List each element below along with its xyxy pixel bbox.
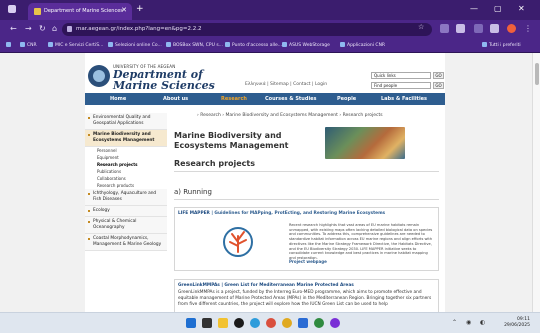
- nav-research[interactable]: Research: [221, 96, 247, 102]
- app-icon[interactable]: [330, 318, 340, 328]
- project-description: Recent research highlights that vast are…: [289, 223, 433, 260]
- bookmark-apps-icon[interactable]: [6, 42, 13, 48]
- sidebar-item-ecology[interactable]: Ecology: [85, 206, 167, 217]
- project-webpage-link[interactable]: Project webpage: [289, 259, 327, 264]
- site-info-icon[interactable]: [67, 26, 72, 32]
- subitem-research-projects[interactable]: Research projects: [85, 161, 167, 168]
- minimize-button[interactable]: —: [470, 4, 478, 13]
- extensions-puzzle-icon[interactable]: [456, 24, 465, 33]
- close-tab-icon[interactable]: ✕: [121, 6, 127, 14]
- nav-labs-facilities[interactable]: Labs & Facilities: [381, 96, 427, 102]
- home-icon[interactable]: ⌂: [52, 24, 57, 33]
- tab-title: Department of Marine Sciences: [44, 8, 123, 14]
- bookmarks-bar: CNR MIC e Servizi CertiS... Selezioni on…: [0, 39, 540, 53]
- bookmark-item[interactable]: Applicazioni CNR: [340, 42, 385, 48]
- project-description: GreenLinkMMPAs is a project, funded by t…: [178, 290, 432, 307]
- sidebar-item-ichthyology[interactable]: Ichthyology, Aquaculture and Fish Diseas…: [85, 189, 167, 206]
- toolbar: ← → ↻ ⌂ mar.aegean.gr/index.php?lang=en&…: [0, 20, 540, 39]
- find-people-go-button[interactable]: GO: [433, 82, 444, 89]
- close-window-button[interactable]: ✕: [518, 4, 525, 13]
- divider: [174, 199, 439, 200]
- file-explorer-icon[interactable]: [218, 318, 228, 328]
- start-icon[interactable]: [186, 318, 196, 328]
- subitem-collaborations[interactable]: Collaborations: [85, 175, 167, 182]
- nav-people[interactable]: People: [337, 96, 356, 102]
- bookmark-item[interactable]: Selezioni online Co...: [108, 42, 162, 48]
- bookmark-item[interactable]: Punto d'accesso alle...: [225, 42, 282, 48]
- project-title[interactable]: GreenLinkMMPAs | Green List for Mediterr…: [178, 283, 354, 288]
- university-logo[interactable]: [88, 65, 110, 87]
- app-icon[interactable]: [234, 318, 244, 328]
- bookmark-star-icon[interactable]: ☆: [418, 23, 424, 31]
- page-title: Marine Biodiversity and Ecosystems Manag…: [174, 131, 289, 150]
- nav-courses-studies[interactable]: Courses & Studies: [265, 96, 317, 102]
- bookmark-item[interactable]: CNR: [20, 42, 37, 48]
- app-icon[interactable]: [314, 318, 324, 328]
- subitem-equipment[interactable]: Equipment: [85, 154, 167, 161]
- bookmark-item[interactable]: MIC e Servizi CertiS...: [48, 42, 103, 48]
- site-container: UNIVERSITY OF THE AEGEAN Department of M…: [85, 53, 445, 312]
- project-card: GreenLinkMMPAs | Green List for Mediterr…: [174, 279, 439, 312]
- top-links[interactable]: Ελληνικά | Sitemap | Contact | Login: [245, 82, 327, 87]
- find-people-select[interactable]: Find people GO: [371, 82, 444, 89]
- address-bar[interactable]: mar.aegean.gr/index.php?lang=en&pg=2.2.2: [62, 23, 432, 36]
- avatar[interactable]: [507, 24, 516, 33]
- new-tab-button[interactable]: +: [136, 4, 144, 14]
- favicon-icon: [34, 8, 41, 15]
- nav-about-us[interactable]: About us: [163, 96, 188, 102]
- search-icon[interactable]: [202, 318, 212, 328]
- forward-icon[interactable]: →: [25, 24, 32, 33]
- sidebar-item-oceanography[interactable]: Physical & Chemical Oceanography: [85, 217, 167, 234]
- tab-menu-icon[interactable]: [8, 5, 16, 13]
- tab-bar: Department of Marine Sciences ✕ + — ▢ ✕: [0, 0, 540, 20]
- page-subtitle: Research projects: [174, 159, 256, 168]
- subitem-personnel[interactable]: Personnel: [85, 147, 167, 154]
- downloads-icon[interactable]: [474, 24, 483, 33]
- bookmark-item[interactable]: ASUS WebStorage: [282, 42, 330, 48]
- scrollbar[interactable]: [532, 53, 540, 312]
- system-clock[interactable]: 09:11 29/06/2025: [504, 317, 530, 329]
- main-navigation: Home About us Research Courses & Studies…: [85, 93, 445, 105]
- taskbar: ⌃ ◉ ◐ 09:11 29/06/2025: [0, 312, 540, 333]
- project-title[interactable]: LIFE MAPPER | Guidelines for MAPping, Pr…: [178, 211, 385, 216]
- volume-icon[interactable]: ◐: [480, 319, 485, 326]
- extension-icon[interactable]: [440, 24, 449, 33]
- breadcrumb[interactable]: › Research › Marine Biodiversity and Eco…: [197, 113, 383, 118]
- tray-chevron-icon[interactable]: ⌃: [452, 319, 457, 326]
- coral-banner-image: [325, 127, 405, 159]
- back-icon[interactable]: ←: [10, 24, 17, 33]
- project-card: LIFE MAPPER | Guidelines for MAPping, Pr…: [174, 207, 439, 271]
- sidebar-item-environmental-quality[interactable]: Environmental Quality and Geospatial App…: [85, 113, 167, 130]
- chrome-icon[interactable]: [266, 318, 276, 328]
- quick-links-go-button[interactable]: GO: [433, 72, 444, 79]
- life-mapper-logo: [223, 227, 253, 257]
- nav-home[interactable]: Home: [110, 96, 126, 102]
- page-viewport: UNIVERSITY OF THE AEGEAN Department of M…: [0, 53, 540, 312]
- wifi-icon[interactable]: ◉: [466, 319, 471, 326]
- all-bookmarks[interactable]: Tutti i preferiti: [482, 42, 521, 48]
- subitem-publications[interactable]: Publications: [85, 168, 167, 175]
- url-text: mar.aegean.gr/index.php?lang=en&pg=2.2.2: [76, 26, 202, 32]
- section-heading: a) Running: [174, 188, 212, 196]
- divider: [174, 171, 439, 172]
- subitem-research-products[interactable]: Research products: [85, 182, 167, 189]
- browser-menu-icon[interactable]: ⋮: [524, 24, 532, 33]
- outlook-icon[interactable]: [298, 318, 308, 328]
- scrollbar-thumb[interactable]: [535, 63, 539, 85]
- browser-window: Department of Marine Sciences ✕ + — ▢ ✕ …: [0, 0, 540, 333]
- quick-links-select[interactable]: Quick links GO: [371, 72, 444, 79]
- browser-tab[interactable]: Department of Marine Sciences ✕: [28, 3, 132, 20]
- department-title[interactable]: Department of Marine Sciences: [113, 69, 215, 91]
- browser-icon[interactable]: [250, 318, 260, 328]
- app-icon[interactable]: [282, 318, 292, 328]
- reload-icon[interactable]: ↻: [39, 24, 46, 33]
- maximize-button[interactable]: ▢: [494, 4, 502, 13]
- sidebar-item-coastal-morphodynamics[interactable]: Coastal Morphodynamics, Management & Mar…: [85, 234, 167, 251]
- sidebar: Environmental Quality and Geospatial App…: [85, 113, 167, 251]
- sidebar-item-marine-biodiversity[interactable]: Marine Biodiversity and Ecosystems Manag…: [85, 130, 167, 147]
- profile-icon[interactable]: [490, 24, 499, 33]
- bookmark-item[interactable]: BOSBox SWN, CPU s...: [166, 42, 223, 48]
